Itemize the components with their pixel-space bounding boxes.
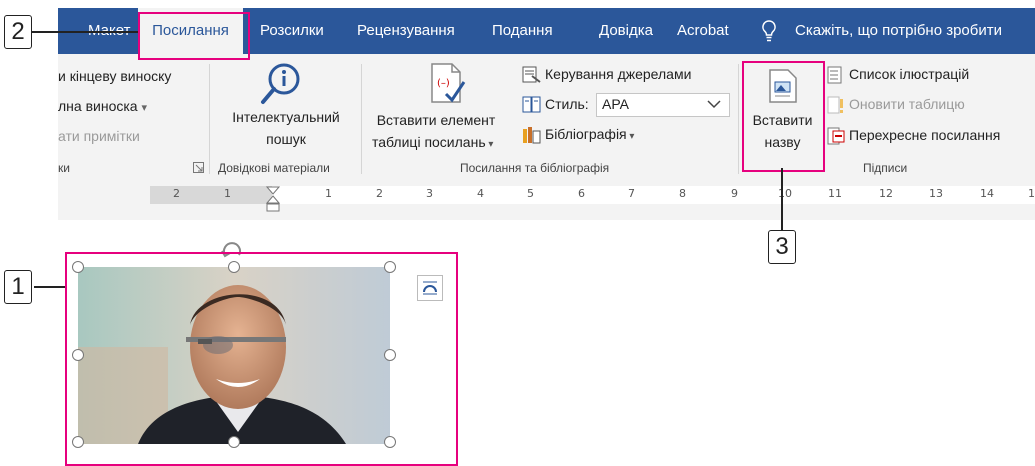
ruler-tick-label: 4 [477, 187, 484, 200]
next-footnote-button[interactable]: лна виноска ▾ [58, 98, 147, 114]
dialog-launcher-icon[interactable] [193, 162, 204, 173]
callout-3: 3 [768, 230, 796, 264]
insert-citation-label-line2: таблиці посилань [372, 134, 486, 150]
captions-group-label: Підписи [863, 161, 908, 175]
chevron-down-icon: ▾ [141, 102, 147, 114]
tab-acrobat[interactable]: Acrobat [677, 8, 729, 54]
ruler-tick-label: 9 [731, 187, 738, 200]
research-group-label: Довідкові матеріали [218, 161, 330, 175]
ruler-tick-label: 12 [879, 187, 893, 200]
callout-line [781, 168, 783, 230]
smart-lookup-button-line2[interactable]: пошук [211, 131, 361, 147]
insert-citation-dropdown[interactable]: таблиці посилань ▾ [372, 134, 493, 150]
ruler-tick-label: 1 [325, 187, 332, 200]
style-icon [522, 96, 541, 113]
svg-text:(–): (–) [437, 78, 450, 89]
manage-sources-icon [522, 66, 541, 83]
insert-citation-button[interactable]: Вставити елемент [372, 112, 500, 128]
style-label: Стиль: [545, 96, 589, 112]
callout-line [30, 31, 138, 33]
bibliography-button[interactable]: Бібліографія ▾ [545, 126, 634, 142]
smart-lookup-button[interactable]: Інтелектуальний [211, 109, 361, 125]
indent-marker-icon[interactable] [266, 186, 280, 216]
highlight-references-tab [138, 12, 250, 60]
insert-citation-icon: (–) [431, 63, 466, 103]
horizontal-ruler[interactable] [150, 186, 1035, 204]
ruler-tick-label: 14 [980, 187, 994, 200]
cross-reference-icon [827, 127, 845, 145]
bibliography-label: Бібліографія [545, 126, 627, 142]
ruler-margin [150, 186, 272, 204]
chevron-down-icon [707, 100, 721, 109]
show-notes-button[interactable]: ати примітки [58, 128, 140, 144]
citations-group-label: Посилання та бібліографія [460, 161, 610, 175]
lightbulb-icon [762, 20, 776, 42]
update-table-icon [827, 96, 843, 114]
table-of-figures-icon [827, 66, 842, 84]
style-select[interactable]: APA [596, 93, 730, 117]
group-separator [738, 64, 739, 174]
manage-sources-button[interactable]: Керування джерелами [545, 66, 691, 82]
ruler-tick-label: 7 [628, 187, 635, 200]
tab-mailings[interactable]: Розсилки [260, 8, 324, 54]
ruler-tick-label: 13 [929, 187, 943, 200]
tab-view[interactable]: Подання [492, 8, 553, 54]
next-footnote-label: лна виноска [58, 98, 138, 114]
insert-endnote-button[interactable]: и кінцеву виноску [58, 68, 171, 84]
ruler-tick-label: 15 [1028, 187, 1035, 200]
smart-lookup-icon [261, 63, 300, 104]
ruler-tick-label: 2 [376, 187, 383, 200]
ruler-tick-label: 6 [578, 187, 585, 200]
tab-help[interactable]: Довідка [599, 8, 653, 54]
cross-reference-button[interactable]: Перехресне посилання [849, 127, 1000, 143]
group-separator [209, 64, 210, 174]
tell-me-search[interactable]: Скажіть, що потрібно зробити [795, 8, 1002, 54]
style-value: APA [602, 96, 629, 112]
callout-line [34, 286, 65, 288]
highlight-insert-caption [742, 61, 825, 172]
group-separator [361, 64, 362, 174]
footnotes-group-label: ки [58, 161, 70, 175]
ruler-tick-label: 8 [679, 187, 686, 200]
callout-1: 1 [4, 270, 32, 304]
tab-review[interactable]: Рецензування [357, 8, 455, 54]
ruler-tick-label: 1 [224, 187, 231, 200]
chevron-down-icon: ▾ [626, 131, 635, 142]
ruler-tick-label: 5 [527, 187, 534, 200]
table-of-figures-button[interactable]: Список ілюстрацій [849, 66, 969, 82]
highlight-picture [65, 252, 458, 466]
chevron-down-icon: ▾ [485, 139, 494, 150]
ruler-tick-label: 2 [173, 187, 180, 200]
ruler-tick-label: 3 [426, 187, 433, 200]
update-table-button: Оновити таблицю [849, 96, 965, 112]
ruler-tick-label: 11 [828, 187, 842, 200]
bibliography-icon [523, 127, 541, 144]
callout-2: 2 [4, 15, 32, 49]
